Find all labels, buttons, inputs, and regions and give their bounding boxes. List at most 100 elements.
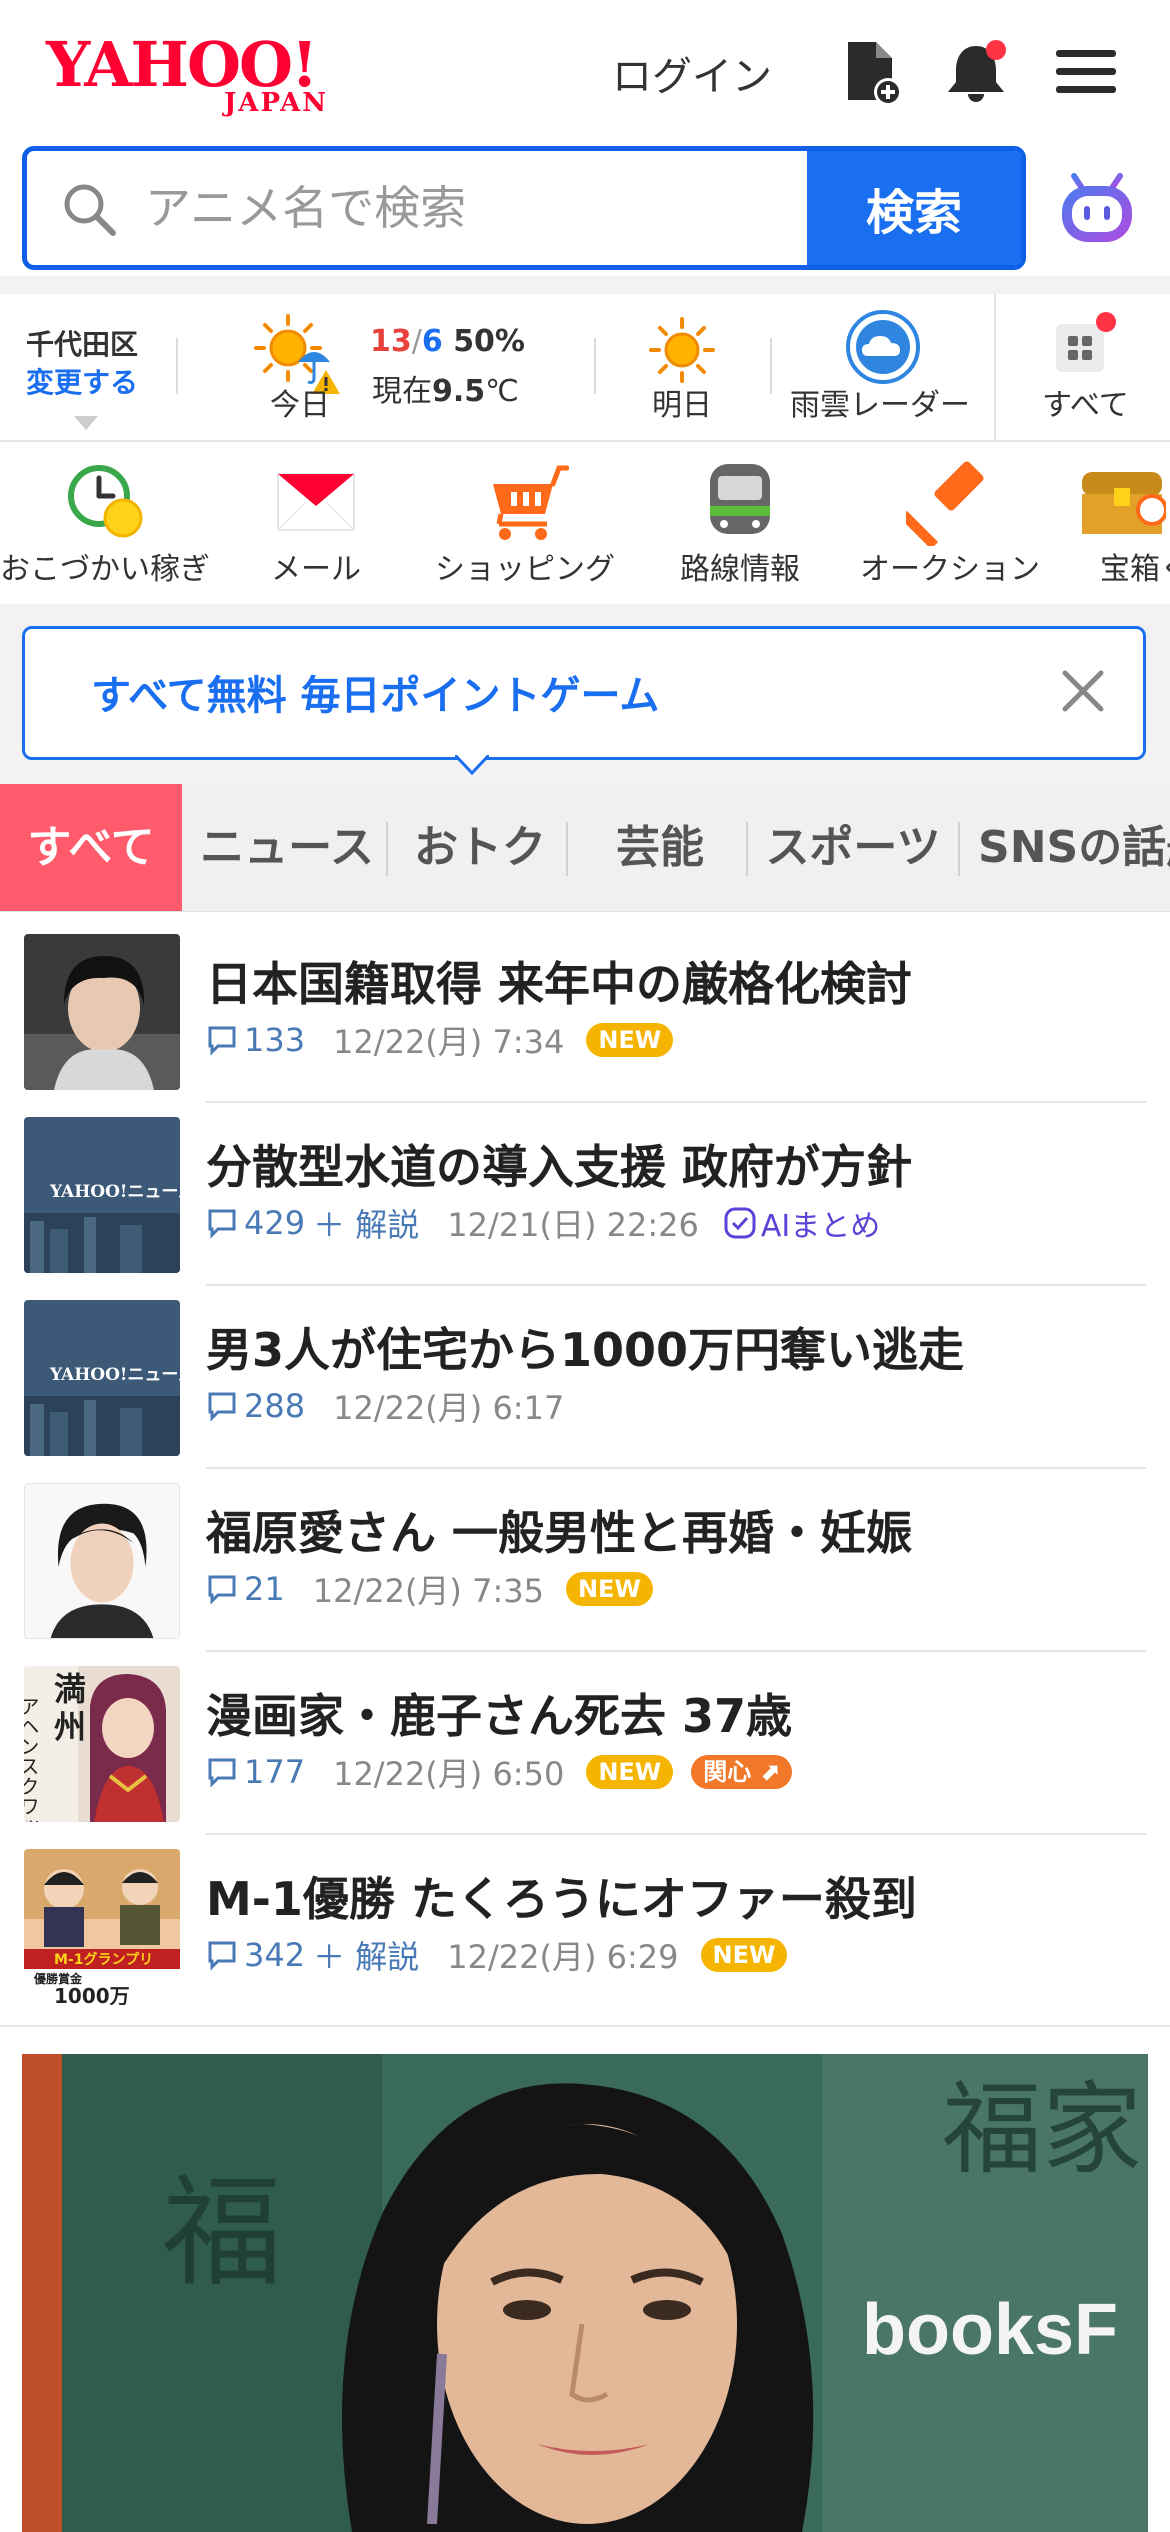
tab-entertainment[interactable]: 芸能 [570, 784, 750, 911]
precip-chance: 50% [453, 324, 525, 359]
close-icon[interactable] [1051, 659, 1115, 723]
news-time: 12/22(月) 7:34 [333, 1023, 565, 1061]
low-temp: 6 [421, 324, 443, 359]
service-shopping[interactable]: ショッピング [420, 444, 630, 604]
news-thumbnail: M-1グランプリ 優勝賞金 1000万 [24, 1849, 180, 2005]
now-prefix: 現在 [372, 374, 432, 409]
weather-row: 千代田区 変更する 今日 13/6 50% 現在9.5℃ 明日 雨雲レーダー す… [0, 294, 1170, 442]
news-title: 男3人が住宅から1000万円奪い逃走 [206, 1323, 965, 1377]
notification-bell-icon[interactable] [940, 36, 1012, 108]
trend-up-icon: ⬈ [759, 1758, 780, 1786]
tab-divider [386, 822, 388, 876]
interest-label: 関心 [703, 1758, 752, 1786]
featured-photo[interactable]: 福 福家 booksF [22, 2054, 1148, 2532]
comment-count: 21 [244, 1570, 285, 1608]
tab-sns[interactable]: SNSの話題 [962, 784, 1170, 911]
yahoo-japan-logo[interactable]: YAHOO! JAPAN [46, 30, 366, 119]
news-item[interactable]: 満州 アヘンスクワッド 漫画家・鹿子さん死去 37歳 177 12/22(月) … [0, 1652, 1170, 1835]
comment-icon [208, 1941, 236, 1971]
new-badge: NEW [700, 1938, 788, 1972]
service-transit[interactable]: 路線情報 [650, 444, 830, 604]
commentary-link[interactable]: ＋ 解説 [313, 1932, 419, 1978]
comment-icon [208, 1026, 236, 1056]
pointer-tail-icon [455, 755, 489, 775]
tab-deals[interactable]: おトク [390, 784, 570, 911]
search-button[interactable]: 検索 [807, 151, 1021, 265]
news-title: 分散型水道の導入支援 政府が方針 [206, 1140, 913, 1194]
comment-count: 342 [244, 1936, 306, 1974]
login-link[interactable]: ログイン [612, 44, 772, 102]
photo-sign-text: 福 [162, 2164, 282, 2303]
hamburger-menu-icon[interactable] [1050, 36, 1122, 108]
ai-assistant-icon[interactable] [1056, 168, 1138, 248]
add-document-icon[interactable] [836, 36, 908, 108]
sun-icon[interactable] [648, 316, 716, 384]
tomorrow-label[interactable]: 明日 [652, 380, 712, 424]
news-thumbnail [24, 1483, 180, 1639]
news-meta: 177 12/22(月) 6:50 NEW 関心 ⬈ [206, 1752, 792, 1793]
news-item[interactable]: M-1グランプリ 優勝賞金 1000万 M-1優勝 たくろうにオファー殺到 34… [0, 1835, 1170, 2025]
news-item[interactable]: YAHOO!ニュース 男3人が住宅から1000万円奪い逃走 288 12/22(… [0, 1286, 1170, 1469]
news-meta: 342 ＋ 解説 12/22(月) 6:29 NEW [206, 1932, 788, 1978]
rain-radar-icon[interactable] [844, 308, 922, 386]
news-time: 12/21(日) 22:26 [447, 1206, 699, 1244]
auction-hammer-icon [906, 461, 984, 546]
new-badge: NEW [586, 1023, 674, 1057]
promo-banner[interactable]: すべて無料 毎日ポイントゲーム [22, 626, 1146, 760]
now-temp-unit: ℃ [485, 374, 519, 409]
now-temp-value: 9.5 [432, 374, 486, 409]
mail-icon [277, 473, 355, 531]
temperature-range[interactable]: 13/6 50% [370, 324, 525, 359]
news-item[interactable]: 福原愛さん 一般男性と再婚・妊娠 21 12/22(月) 7:35 NEW [0, 1469, 1170, 1652]
ai-summary-badge[interactable]: AIまとめ [723, 1201, 880, 1245]
tab-divider [746, 822, 748, 876]
interest-badge: 関心 ⬈ [691, 1755, 792, 1789]
thumb-text: 満州 [54, 1670, 86, 1746]
service-okozukai[interactable]: おこづかい稼ぎ [0, 444, 210, 604]
divider [770, 338, 772, 394]
divider [176, 338, 178, 394]
all-label: すべて [1042, 388, 1129, 423]
tab-divider [958, 822, 960, 876]
commentary-link[interactable]: ＋ 解説 [313, 1200, 419, 1246]
comment-count: 133 [244, 1021, 306, 1059]
tab-sports[interactable]: スポーツ [750, 784, 956, 911]
news-item[interactable]: 日本国籍取得 来年中の厳格化検討 133 12/22(月) 7:34 NEW [0, 920, 1170, 1103]
comment-icon [208, 1209, 236, 1239]
news-thumbnail: 満州 アヘンスクワッド [24, 1666, 180, 1822]
comment-count: 177 [244, 1753, 306, 1791]
service-label: 路線情報 [680, 552, 800, 587]
change-location-link[interactable]: 変更する [26, 364, 138, 402]
service-auction[interactable]: オークション [850, 444, 1050, 604]
service-label: オークション [860, 552, 1040, 587]
cart-icon [493, 465, 569, 540]
rain-radar-label[interactable]: 雨雲レーダー [790, 380, 970, 424]
service-treasure[interactable]: 宝箱くじ [1082, 444, 1170, 604]
section-gap [0, 276, 1170, 294]
clock-coin-icon [68, 465, 143, 538]
location-block[interactable]: 千代田区 変更する [26, 326, 138, 402]
thumb-text: M-1グランプリ [54, 1951, 153, 1968]
service-mail[interactable]: メール [226, 444, 406, 604]
ai-check-icon [724, 1207, 756, 1239]
news-time: 12/22(月) 6:17 [333, 1389, 565, 1427]
train-icon [710, 464, 770, 534]
high-temp: 13 [370, 324, 412, 359]
service-label: 宝箱くじ [1100, 552, 1170, 587]
news-meta: 429 ＋ 解説 12/21(日) 22:26 AIまとめ [206, 1200, 880, 1246]
logo-sub: JAPAN [224, 88, 329, 118]
service-label: ショッピング [435, 552, 615, 587]
comment-icon [208, 1575, 236, 1605]
thumb-text: アヘンスクワッド [24, 1696, 40, 1822]
news-meta: 21 12/22(月) 7:35 NEW [206, 1569, 653, 1610]
service-label: メール [271, 552, 361, 587]
comment-count: 288 [244, 1387, 306, 1425]
thumb-text: YAHOO!ニュース [49, 1365, 180, 1385]
news-time: 12/22(月) 6:50 [333, 1755, 565, 1793]
tab-news[interactable]: ニュース [192, 784, 382, 911]
news-item[interactable]: YAHOO!ニュース 分散型水道の導入支援 政府が方針 429 ＋ 解説 12/… [0, 1103, 1170, 1286]
comment-icon [208, 1758, 236, 1788]
all-services-button[interactable]: すべて [994, 294, 1170, 440]
tab-all[interactable]: すべて [0, 784, 182, 911]
search-input[interactable] [145, 151, 825, 265]
